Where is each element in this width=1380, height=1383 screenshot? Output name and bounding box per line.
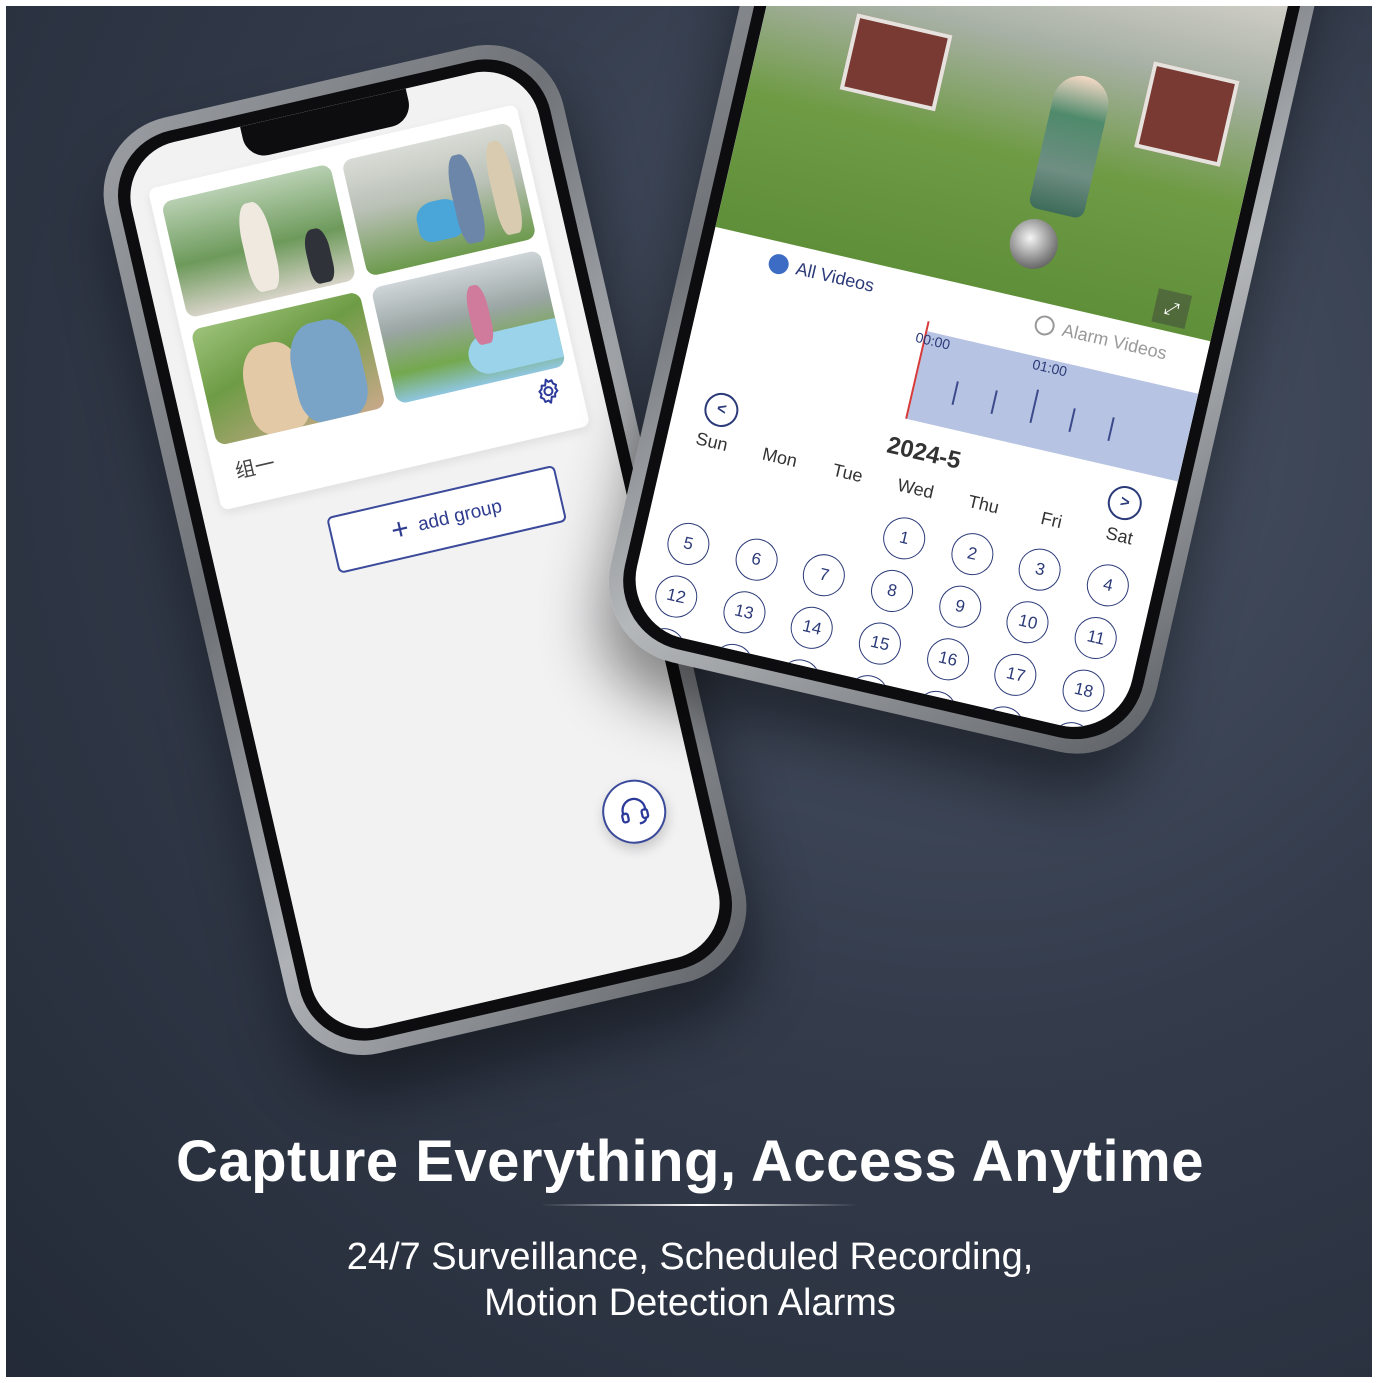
camera-group-card[interactable]: 组一 (147, 104, 591, 511)
calendar-day[interactable]: 1 (878, 513, 930, 564)
radio-checked-icon (766, 252, 791, 277)
right-phone-mockup: ⤢ All Videos Alarm Videos 00:00 01:00 < … (592, 0, 1368, 770)
calendar-day[interactable]: 20 (706, 639, 758, 691)
add-group-button[interactable]: + add group (326, 464, 568, 574)
calendar-day[interactable]: 11 (1070, 612, 1122, 664)
radio-unchecked-icon (1032, 313, 1057, 338)
calendar-day[interactable]: 18 (1058, 665, 1109, 716)
headline: Capture Everything, Access Anytime (175, 1129, 1205, 1194)
calendar-day[interactable]: 25 (1046, 718, 1097, 739)
calendar-day[interactable]: 8 (866, 565, 918, 617)
house-window (839, 13, 953, 112)
calendar-day[interactable]: 29 (830, 723, 881, 739)
person-figure (1027, 70, 1115, 220)
calendar-empty-cell (743, 482, 793, 532)
calendar-day[interactable]: 28 (762, 707, 813, 739)
right-phone-screen: ⤢ All Videos Alarm Videos 00:00 01:00 < … (623, 0, 1337, 739)
calendar-day[interactable]: 23 (910, 686, 961, 738)
all-videos-label: All Videos (794, 257, 877, 296)
calendar-day[interactable]: 6 (730, 534, 782, 585)
calendar-empty-cell (811, 497, 861, 547)
calendar-day[interactable]: 9 (934, 581, 986, 632)
calendar-day[interactable]: 2 (946, 528, 998, 580)
calendar-day[interactable]: 21 (774, 655, 826, 706)
gear-icon[interactable] (530, 373, 566, 409)
calendar-day[interactable]: 10 (1002, 597, 1054, 648)
calendar-day[interactable]: 5 (663, 518, 714, 570)
camera-thumbnail[interactable] (190, 291, 386, 447)
calendar-day[interactable]: 12 (650, 571, 702, 622)
calendar-day[interactable]: 3 (1014, 544, 1066, 595)
expand-icon[interactable]: ⤢ (1151, 288, 1193, 330)
calendar-day[interactable]: 14 (786, 602, 838, 654)
camera-thumbnail[interactable] (161, 163, 357, 319)
support-button[interactable] (595, 773, 673, 851)
calendar-day[interactable]: 16 (922, 634, 973, 685)
group-name: 组一 (232, 450, 278, 484)
camera-thumbnail[interactable] (341, 121, 537, 277)
timeline-label: 00:00 (914, 329, 952, 353)
right-phone-bezel: ⤢ All Videos Alarm Videos 00:00 01:00 < … (609, 0, 1351, 754)
divider-line (540, 1204, 858, 1206)
calendar-day[interactable]: 4 (1082, 560, 1134, 611)
calendar-day[interactable]: 17 (990, 649, 1041, 701)
subline: 24/7 Surveillance, Scheduled Recording, (346, 1236, 1034, 1278)
headset-icon (621, 797, 650, 825)
calendar-day[interactable]: 15 (854, 618, 906, 669)
plus-icon: + (387, 511, 413, 548)
calendar-day[interactable]: 13 (718, 587, 770, 638)
calendar-day[interactable]: 24 (978, 702, 1029, 739)
calendar-day[interactable]: 7 (798, 550, 850, 601)
calendar-empty-cell (675, 466, 725, 516)
house-window (1134, 61, 1240, 167)
camera-thumbnails (161, 121, 567, 447)
add-group-label: add group (415, 495, 505, 536)
subline: Motion Detection Alarms (484, 1282, 896, 1324)
calendar-day[interactable]: 22 (842, 671, 893, 722)
dog-figure (1004, 214, 1063, 274)
